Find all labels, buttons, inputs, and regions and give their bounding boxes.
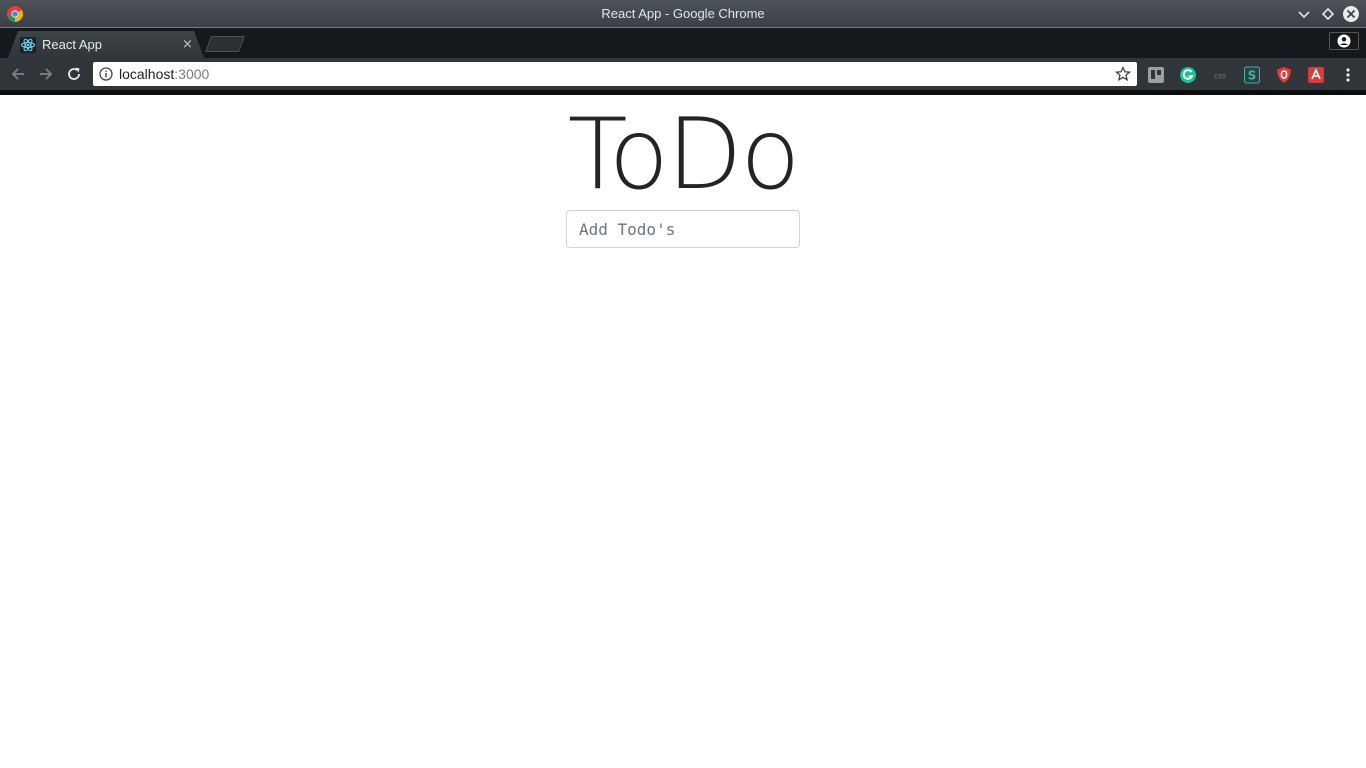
window-title: React App - Google Chrome bbox=[601, 6, 765, 21]
trello-icon[interactable] bbox=[1147, 66, 1165, 84]
window-title-bar: React App - Google Chrome bbox=[0, 0, 1366, 28]
close-window-icon[interactable] bbox=[1342, 5, 1360, 23]
chrome-menu-icon[interactable] bbox=[1339, 66, 1357, 84]
minimize-icon[interactable] bbox=[1295, 5, 1313, 23]
site-info-icon[interactable] bbox=[99, 67, 113, 81]
tab-close-icon[interactable]: × bbox=[182, 37, 193, 52]
forward-icon[interactable] bbox=[38, 66, 54, 82]
grammarly-icon[interactable] bbox=[1179, 66, 1197, 84]
url-host: localhost bbox=[119, 66, 175, 82]
svg-text:css: css bbox=[1214, 72, 1226, 81]
toolbar-divider bbox=[0, 90, 1366, 95]
stylus-icon[interactable]: S bbox=[1243, 66, 1261, 84]
url-text: localhost:3000 bbox=[119, 66, 209, 82]
tab-label: React App bbox=[42, 37, 102, 52]
tab-strip: React App × bbox=[0, 28, 1366, 58]
maximize-icon[interactable] bbox=[1319, 5, 1337, 23]
new-tab-button[interactable] bbox=[205, 36, 245, 52]
tab-react-app[interactable]: React App × bbox=[8, 31, 204, 58]
css-icon[interactable]: css bbox=[1211, 66, 1229, 84]
extension-red-icon[interactable] bbox=[1307, 66, 1325, 84]
add-todo-input[interactable] bbox=[566, 210, 800, 248]
profile-icon[interactable] bbox=[1329, 32, 1359, 50]
reload-icon[interactable] bbox=[66, 66, 82, 82]
ublock-icon[interactable] bbox=[1275, 66, 1293, 84]
page-title: ToDo bbox=[567, 98, 801, 212]
bookmark-star-icon[interactable] bbox=[1115, 66, 1131, 82]
back-icon[interactable] bbox=[10, 66, 26, 82]
react-favicon-icon bbox=[20, 37, 36, 53]
svg-text:S: S bbox=[1248, 69, 1257, 83]
url-port: :3000 bbox=[174, 66, 210, 82]
address-bar[interactable]: localhost:3000 bbox=[93, 62, 1137, 86]
